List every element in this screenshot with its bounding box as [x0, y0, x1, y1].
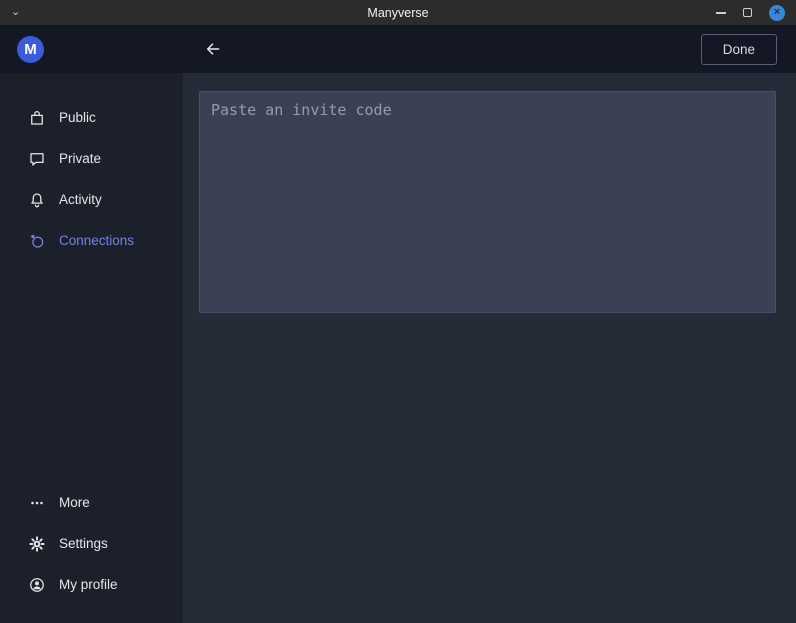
- invite-code-input[interactable]: [199, 91, 776, 313]
- app-body: Public Private Activity: [0, 73, 796, 623]
- sidebar-item-label: More: [59, 495, 90, 510]
- titlebar: ⌄ Manyverse ×: [0, 0, 796, 25]
- restore-icon[interactable]: [743, 8, 752, 17]
- manyverse-window: ⌄ Manyverse × M Done: [0, 0, 796, 623]
- done-button[interactable]: Done: [701, 34, 777, 65]
- person-circle-icon: [28, 576, 46, 594]
- sidebar-item-connections[interactable]: Connections: [0, 220, 183, 261]
- gear-icon: [28, 535, 46, 553]
- sidebar-item-label: Public: [59, 110, 96, 125]
- app-header: M Done: [0, 25, 796, 73]
- sidebar-item-activity[interactable]: Activity: [0, 179, 183, 220]
- sidebar-item-label: Private: [59, 151, 101, 166]
- network-icon: [28, 232, 46, 250]
- window-controls: ×: [716, 5, 785, 21]
- sidebar-item-my-profile[interactable]: My profile: [0, 564, 183, 605]
- sidebar: Public Private Activity: [0, 73, 183, 623]
- arrow-left-icon: [204, 40, 222, 58]
- board-icon: [28, 109, 46, 127]
- sidebar-item-settings[interactable]: Settings: [0, 523, 183, 564]
- chat-bubble-icon: [28, 150, 46, 168]
- brand-area: M: [0, 25, 183, 73]
- bell-icon: [28, 191, 46, 209]
- header-main: Done: [183, 25, 796, 73]
- sidebar-item-label: Connections: [59, 233, 134, 248]
- sidebar-spacer: [0, 261, 183, 482]
- manyverse-logo: M: [17, 36, 44, 63]
- main-content: [183, 73, 796, 623]
- ellipsis-icon: [28, 494, 46, 512]
- minimize-icon[interactable]: [716, 12, 726, 14]
- sidebar-item-label: Settings: [59, 536, 108, 551]
- sidebar-item-more[interactable]: More: [0, 482, 183, 523]
- window-menu-icon[interactable]: ⌄: [11, 7, 20, 18]
- window-title: Manyverse: [0, 6, 796, 20]
- sidebar-item-public[interactable]: Public: [0, 97, 183, 138]
- back-button[interactable]: [202, 38, 224, 60]
- sidebar-item-private[interactable]: Private: [0, 138, 183, 179]
- close-icon[interactable]: ×: [769, 5, 785, 21]
- sidebar-item-label: My profile: [59, 577, 118, 592]
- sidebar-item-label: Activity: [59, 192, 102, 207]
